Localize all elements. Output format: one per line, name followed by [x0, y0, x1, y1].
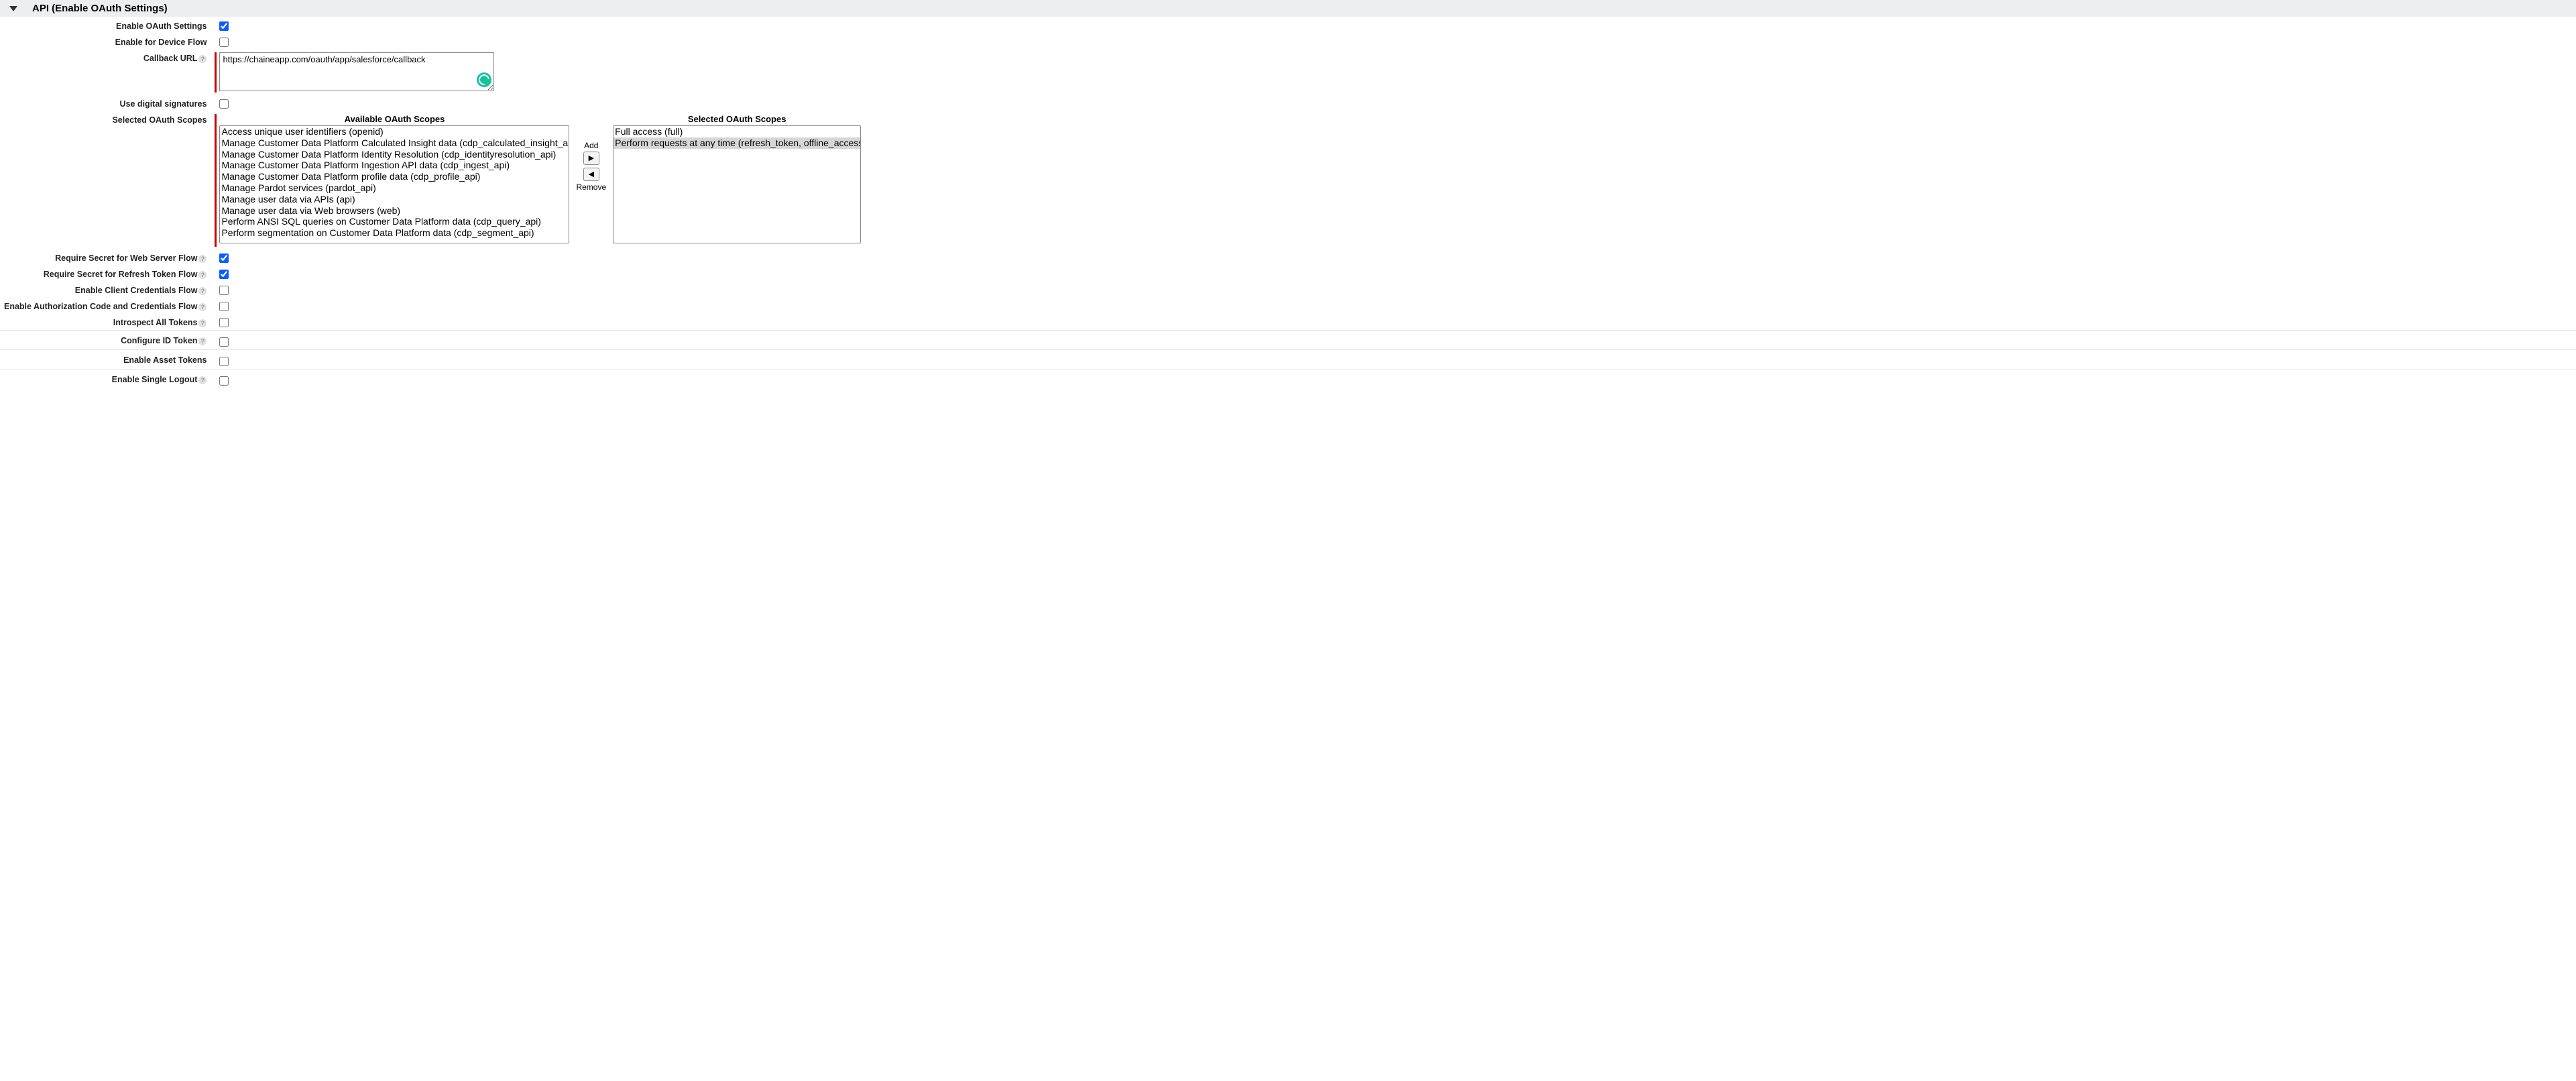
scope-option[interactable]: Manage Customer Data Platform profile da…: [220, 171, 569, 182]
client-credentials-checkbox[interactable]: [219, 286, 229, 295]
scope-option[interactable]: Perform ANSI SQL queries on Customer Dat…: [220, 216, 569, 227]
scope-option[interactable]: Manage Pardot services (pardot_api): [220, 182, 569, 194]
selected-scopes-header: Selected OAuth Scopes: [688, 114, 786, 124]
require-secret-web-checkbox[interactable]: [219, 253, 229, 263]
label-selected-scopes: Selected OAuth Scopes: [112, 115, 207, 125]
help-icon[interactable]: ?: [198, 271, 207, 279]
section-title: API (Enable OAuth Settings): [32, 3, 168, 14]
add-scope-button[interactable]: ▶: [583, 152, 599, 165]
scope-option[interactable]: Manage user data via APIs (api): [220, 194, 569, 205]
scope-option[interactable]: Manage Customer Data Platform Ingestion …: [220, 160, 569, 171]
available-scopes-list[interactable]: Access unique user identifiers (openid)M…: [219, 125, 569, 243]
introspect-tokens-checkbox[interactable]: [219, 318, 229, 327]
selected-scopes-list[interactable]: Full access (full)Perform requests at an…: [613, 125, 861, 243]
auth-code-cred-checkbox[interactable]: [219, 302, 229, 311]
label-client-credentials: Enable Client Credentials Flow: [75, 286, 198, 295]
scope-option[interactable]: Manage Customer Data Platform Identity R…: [220, 149, 569, 160]
required-indicator: [215, 114, 217, 247]
enable-device-flow-checkbox[interactable]: [219, 38, 229, 47]
configure-id-token-checkbox[interactable]: [219, 337, 229, 347]
require-secret-refresh-checkbox[interactable]: [219, 270, 229, 279]
help-icon[interactable]: ?: [198, 376, 207, 384]
label-require-secret-refresh: Require Secret for Refresh Token Flow: [44, 270, 198, 279]
label-introspect: Introspect All Tokens: [113, 318, 198, 327]
enable-oauth-checkbox[interactable]: [219, 21, 229, 31]
scope-option[interactable]: Perform segmentation on Customer Data Pl…: [220, 227, 569, 239]
label-require-secret-web: Require Secret for Web Server Flow: [55, 253, 197, 263]
digital-signatures-checkbox[interactable]: [219, 99, 229, 109]
label-auth-code-cred: Enable Authorization Code and Credential…: [4, 302, 197, 311]
single-logout-checkbox[interactable]: [219, 376, 229, 386]
scope-option[interactable]: Access unique user identifiers (openid): [220, 126, 569, 137]
help-icon[interactable]: ?: [198, 255, 207, 263]
help-icon[interactable]: ?: [198, 55, 207, 63]
help-icon[interactable]: ?: [198, 337, 207, 345]
scope-option[interactable]: Perform requests at any time (refresh_to…: [613, 137, 860, 149]
label-configure-id-token: Configure ID Token: [121, 336, 197, 345]
help-icon[interactable]: ?: [198, 303, 207, 311]
label-digital-signatures: Use digital signatures: [120, 99, 207, 109]
scope-option[interactable]: Manage user data via Web browsers (web): [220, 205, 569, 217]
label-enable-device-flow: Enable for Device Flow: [115, 38, 207, 47]
label-callback-url: Callback URL: [143, 54, 198, 63]
required-indicator: [215, 52, 217, 93]
help-icon[interactable]: ?: [198, 319, 207, 327]
scope-option[interactable]: Manage Customer Data Platform Calculated…: [220, 137, 569, 149]
callback-url-input[interactable]: [219, 52, 494, 91]
add-label: Add: [584, 141, 598, 150]
label-enable-oauth: Enable OAuth Settings: [116, 21, 207, 31]
help-icon[interactable]: ?: [198, 287, 207, 295]
collapse-icon[interactable]: [9, 6, 17, 11]
label-single-logout: Enable Single Logout: [112, 375, 198, 384]
asset-tokens-checkbox[interactable]: [219, 357, 229, 366]
available-scopes-header: Available OAuth Scopes: [345, 114, 445, 124]
remove-label: Remove: [576, 182, 606, 192]
scope-option[interactable]: Full access (full): [613, 126, 860, 137]
section-header[interactable]: API (Enable OAuth Settings): [0, 0, 2576, 17]
label-asset-tokens: Enable Asset Tokens: [123, 355, 207, 365]
remove-scope-button[interactable]: ◀: [583, 168, 599, 181]
